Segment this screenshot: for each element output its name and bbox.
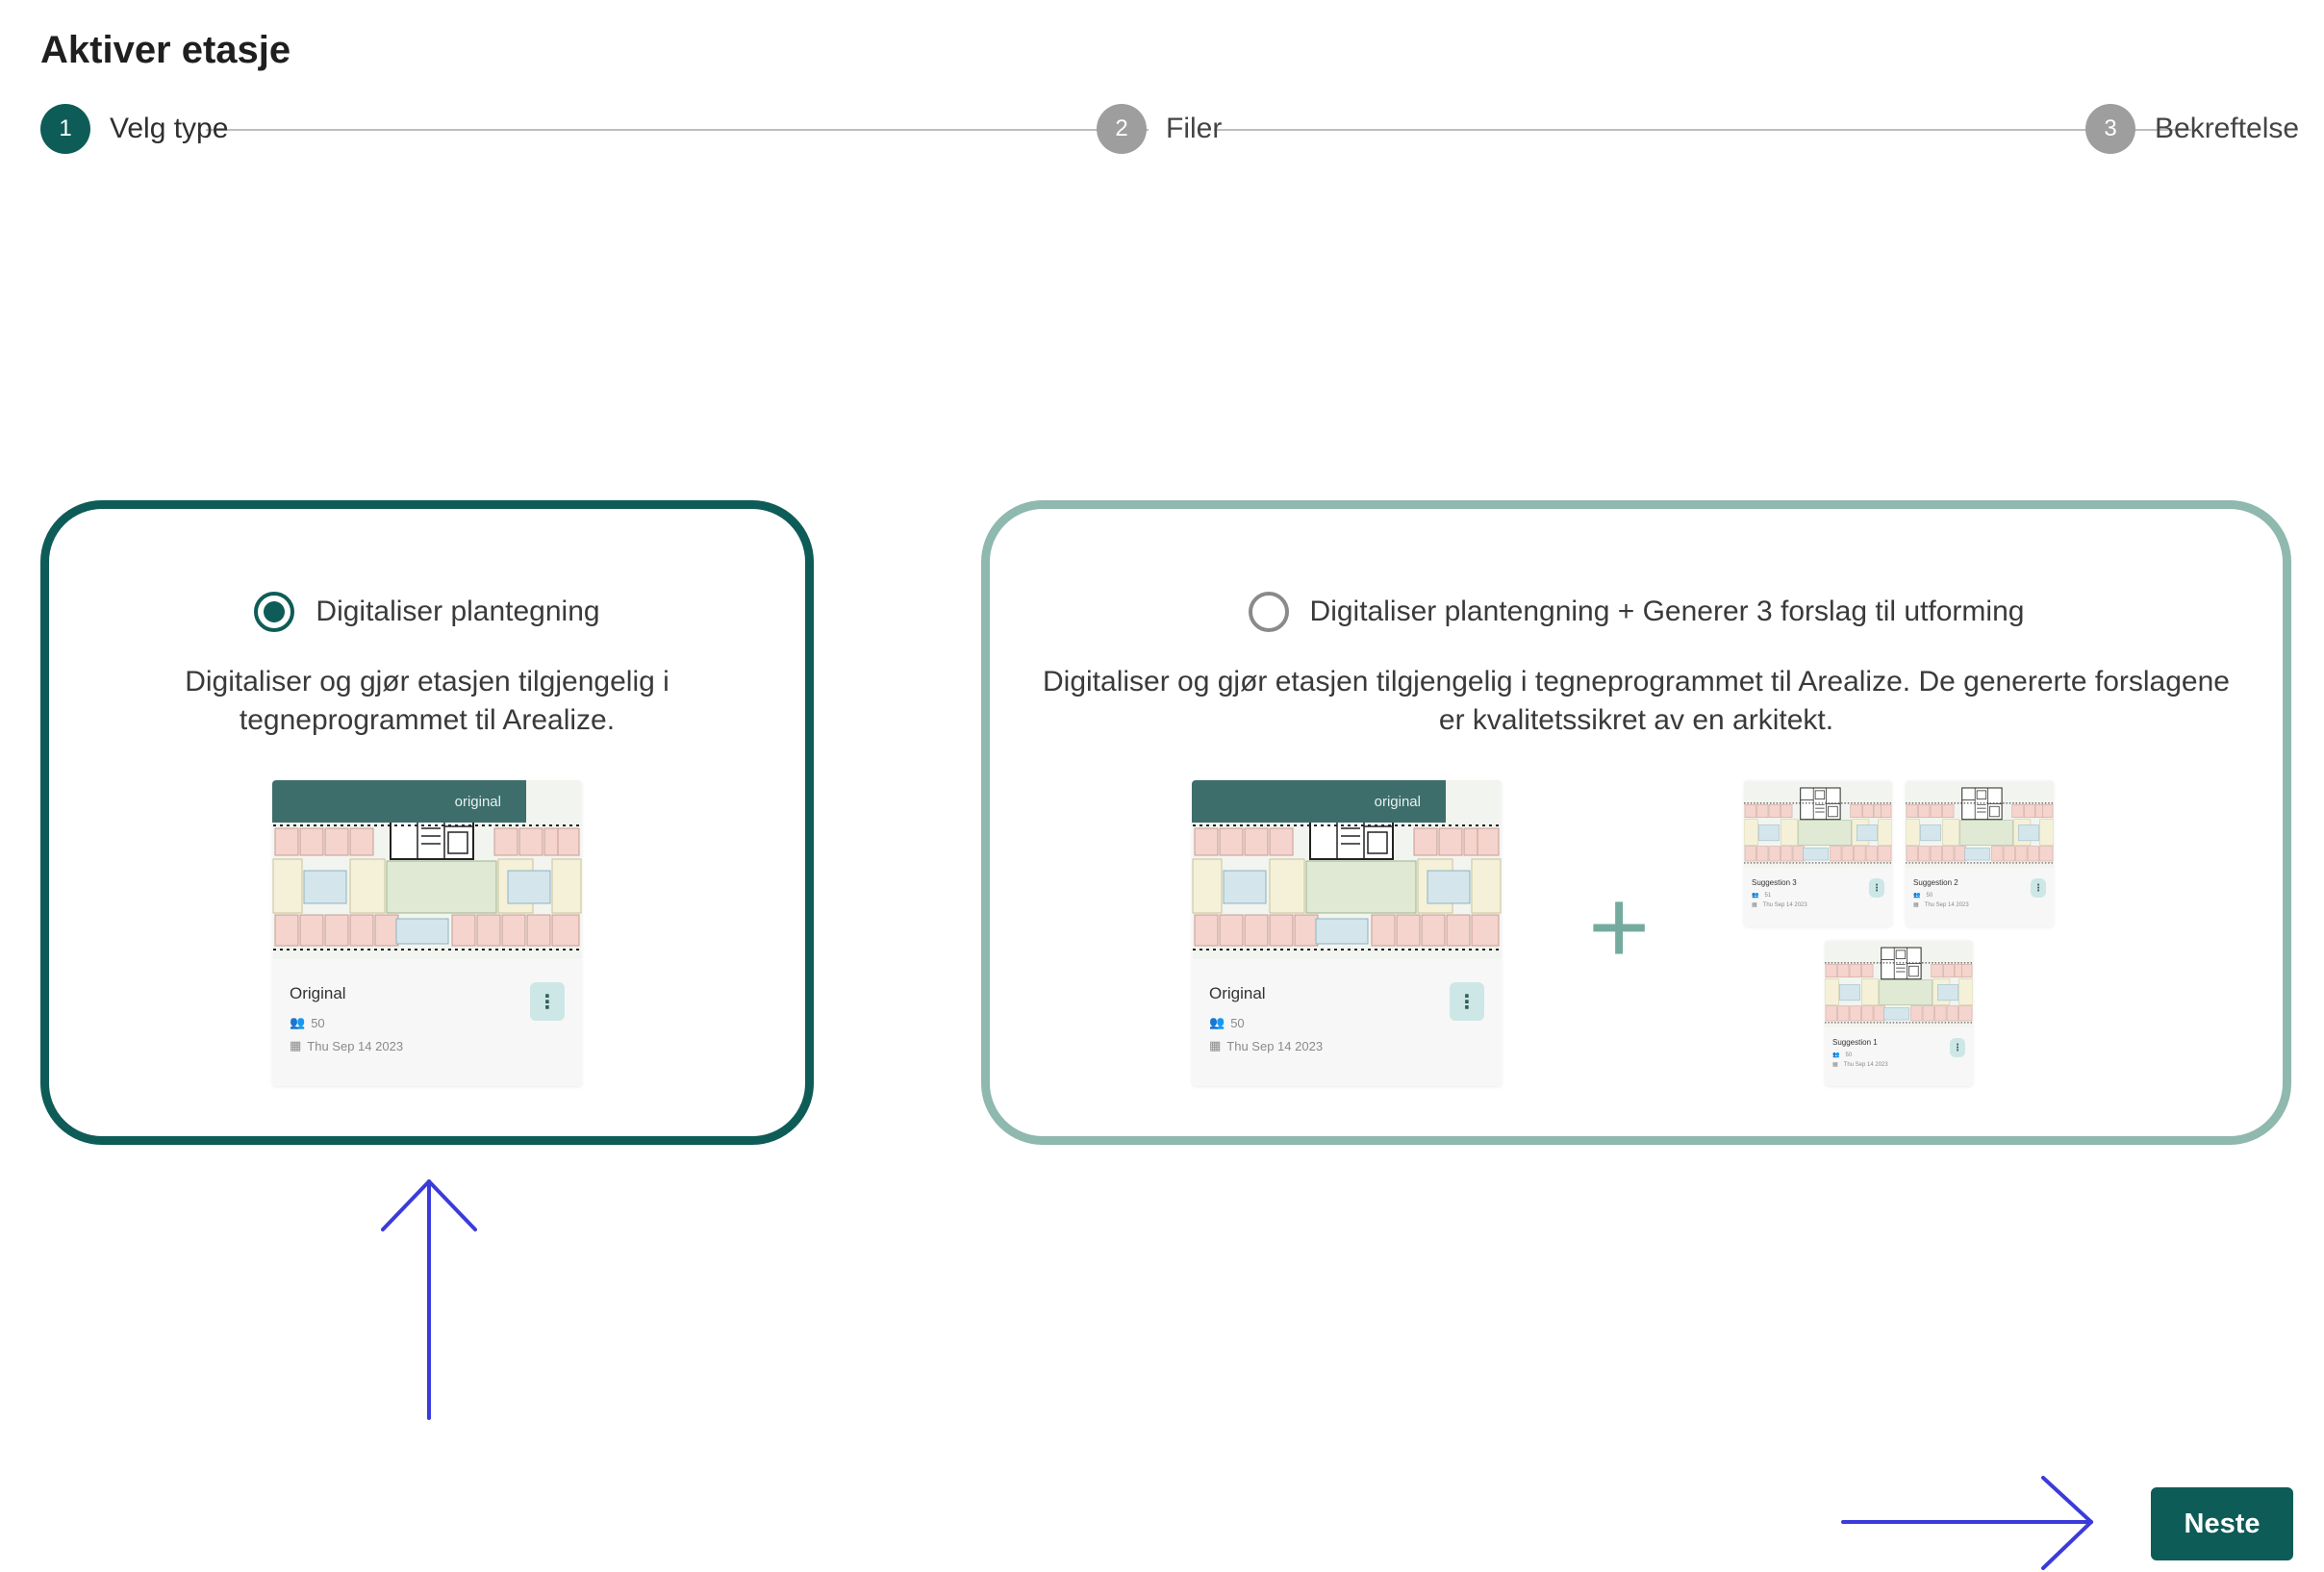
date-text: Thu Sep 14 2023	[307, 1038, 404, 1053]
preview-date: ▦ Thu Sep 14 2023	[290, 1038, 403, 1053]
people-icon: 👥	[1752, 893, 1759, 899]
more-options-icon: ⋮	[1450, 982, 1484, 1021]
floorplan-image	[1825, 940, 1973, 1028]
preview-people: 👥 50	[1913, 892, 1969, 900]
preview-tag: original	[1192, 780, 1446, 823]
people-icon: 👥	[1209, 1015, 1225, 1029]
preview-people: 👥 50	[290, 1015, 403, 1030]
people-count: 51	[1764, 892, 1772, 899]
option-description: Digitaliser og gjør etasjen tilgjengelig…	[1043, 666, 2230, 736]
floorplan-image	[1744, 780, 1892, 869]
preview-suggestion: Suggestion 1 👥 50 ▦ Thu Sep 14 2023 ⋮	[1825, 940, 1973, 1086]
plus-icon: +	[1588, 868, 1651, 986]
preview-date: ▦ Thu Sep 14 2023	[1752, 901, 1807, 909]
option-radio-row[interactable]: Digitaliser plantengning + Generer 3 for…	[990, 592, 2283, 632]
preview-name: Suggestion 3	[1752, 878, 1797, 887]
more-options-icon: ⋮	[530, 982, 565, 1021]
step-velg-type[interactable]: 1 Velg type	[40, 104, 228, 154]
preview-info: Suggestion 1 👥 50 ▦ Thu Sep 14 2023	[1832, 1038, 1888, 1068]
step-label: Velg type	[110, 113, 229, 144]
annotation-arrow-right-icon	[1841, 1476, 2093, 1570]
calendar-icon: ▦	[1752, 902, 1757, 908]
date-text: Thu Sep 14 2023	[1762, 901, 1807, 908]
option-card-digitize-generate[interactable]: Digitaliser plantengning + Generer 3 for…	[981, 500, 2291, 1145]
preview-name: Original	[1209, 984, 1266, 1002]
option-label: Digitaliser plantengning + Generer 3 for…	[1309, 596, 2025, 627]
more-options-icon: ⋮	[1869, 878, 1884, 898]
people-count: 50	[311, 1015, 325, 1030]
page-title: Aktiver etasje	[40, 29, 291, 71]
date-text: Thu Sep 14 2023	[1226, 1038, 1324, 1053]
preview-date: ▦ Thu Sep 14 2023	[1832, 1061, 1888, 1069]
calendar-icon: ▦	[1832, 1062, 1838, 1068]
preview-date: ▦ Thu Sep 14 2023	[1913, 901, 1969, 909]
calendar-icon: ▦	[1209, 1038, 1222, 1052]
preview-people: 👥 50	[1832, 1052, 1888, 1059]
radio-dot	[264, 601, 286, 622]
step-number-circle: 3	[2085, 104, 2135, 154]
step-label: Bekreftelse	[2155, 113, 2300, 144]
option-label: Digitaliser plantegning	[316, 596, 600, 627]
preview-people: 👥 50	[1209, 1015, 1323, 1030]
calendar-icon: ▦	[1913, 902, 1919, 908]
date-text: Thu Sep 14 2023	[1843, 1061, 1888, 1068]
stepper-connector	[206, 129, 1149, 131]
stepper: 1 Velg type 2 Filer 3 Bekreftelse	[40, 104, 2299, 156]
people-icon: 👥	[1832, 1052, 1840, 1058]
people-icon: 👥	[290, 1015, 306, 1029]
next-button[interactable]: Neste	[2151, 1487, 2293, 1560]
preview-info: Original 👥 50 ▦ Thu Sep 14 2023	[290, 984, 403, 1053]
calendar-icon: ▦	[290, 1038, 302, 1052]
floorplan-image	[1906, 780, 2054, 869]
option-radio-row[interactable]: Digitaliser plantegning	[49, 592, 805, 632]
people-icon: 👥	[1913, 893, 1921, 899]
people-count: 50	[1926, 892, 1933, 899]
preview-info: Original 👥 50 ▦ Thu Sep 14 2023	[1209, 984, 1323, 1053]
preview-date: ▦ Thu Sep 14 2023	[1209, 1038, 1323, 1053]
radio-button-selected[interactable]	[254, 592, 295, 632]
option-card-digitize[interactable]: Digitaliser plantegning Digitaliser og g…	[40, 500, 814, 1145]
more-options-icon: ⋮	[1950, 1038, 1965, 1057]
radio-button-unselected[interactable]	[1248, 592, 1289, 632]
date-text: Thu Sep 14 2023	[1924, 901, 1969, 908]
option-description: Digitaliser og gjør etasjen tilgjengelig…	[185, 666, 669, 736]
preview-suggestion: Suggestion 3 👥 51 ▦ Thu Sep 14 2023 ⋮	[1744, 780, 1892, 926]
more-options-icon: ⋮	[2031, 878, 2046, 898]
step-number-circle: 2	[1097, 104, 1147, 154]
preview-name: Suggestion 1	[1832, 1038, 1878, 1047]
preview-original: original Original 👥 50 ▦ Thu Sep 14 2023 ⋮	[272, 780, 582, 1086]
step-label: Filer	[1166, 113, 1223, 144]
people-count: 50	[1230, 1015, 1245, 1030]
step-bekreftelse[interactable]: 3 Bekreftelse	[2085, 104, 2299, 154]
step-number-circle: 1	[40, 104, 90, 154]
annotation-arrow-up-icon	[381, 1179, 477, 1420]
preview-info: Suggestion 3 👥 51 ▦ Thu Sep 14 2023	[1752, 878, 1807, 908]
people-count: 50	[1845, 1052, 1853, 1058]
preview-tag: original	[272, 780, 526, 823]
preview-info: Suggestion 2 👥 50 ▦ Thu Sep 14 2023	[1913, 878, 1969, 908]
preview-name: Suggestion 2	[1913, 878, 1958, 887]
step-filer[interactable]: 2 Filer	[1097, 104, 1222, 154]
preview-name: Original	[290, 984, 346, 1002]
preview-original: original Original 👥 50 ▦ Thu Sep 14 2023 ⋮	[1192, 780, 1502, 1086]
stepper-connector	[1214, 129, 2191, 131]
preview-suggestion: Suggestion 2 👥 50 ▦ Thu Sep 14 2023 ⋮	[1906, 780, 2054, 926]
preview-people: 👥 51	[1752, 892, 1807, 900]
